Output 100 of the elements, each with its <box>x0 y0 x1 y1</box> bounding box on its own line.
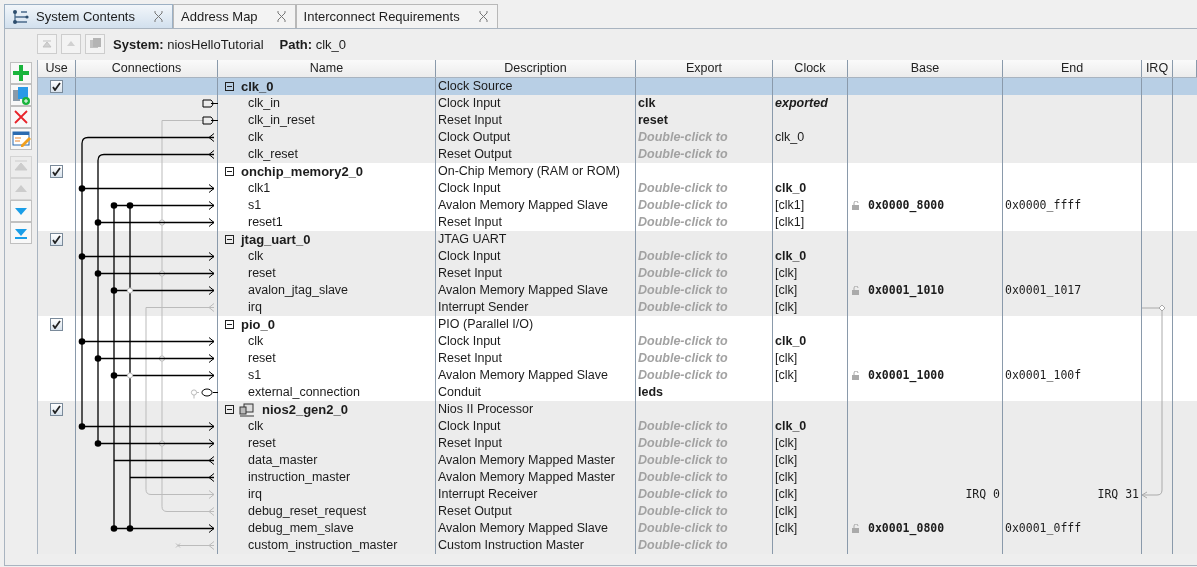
toolbar-button[interactable] <box>10 128 32 150</box>
clock-value: [clk] <box>775 282 798 299</box>
interface-name: reset <box>248 350 276 367</box>
clock-value: clk_0 <box>775 418 807 435</box>
export-hint: Double-click to <box>638 129 728 146</box>
use-checkbox[interactable] <box>50 165 63 178</box>
close-icon <box>275 11 287 22</box>
toolbar-button[interactable] <box>10 222 32 244</box>
interface-name: clk <box>248 248 264 265</box>
export-hint: Double-click to <box>638 333 728 350</box>
use-checkbox[interactable] <box>50 233 63 246</box>
lock-icon <box>852 371 860 380</box>
component-name: nios2_gen2_0 <box>262 401 348 418</box>
description-text: Avalon Memory Mapped Master <box>438 452 615 469</box>
component-name: pio_0 <box>241 316 275 333</box>
description-text: PIO (Parallel I/O) <box>438 316 534 333</box>
interface-name: avalon_jtag_slave <box>248 282 349 299</box>
collapse-icon[interactable] <box>225 320 234 329</box>
collapse-icon[interactable] <box>225 405 234 414</box>
clock-value: [clk] <box>775 350 798 367</box>
export-hint: Double-click to <box>638 350 728 367</box>
interface-name: clk_reset <box>248 146 299 163</box>
connections-icon <box>12 8 30 25</box>
export-hint: Double-click to <box>638 486 728 503</box>
collapse-icon[interactable] <box>225 167 234 176</box>
use-checkbox[interactable] <box>50 318 63 331</box>
clock-value: [clk] <box>775 520 798 537</box>
description-text: Clock Source <box>438 78 513 95</box>
export-hint: Double-click to <box>638 265 728 282</box>
interface-name: reset <box>248 265 276 282</box>
column-header: Description <box>436 60 636 77</box>
interface-name: clk <box>248 333 264 350</box>
interface-name: clk <box>248 418 264 435</box>
tab[interactable]: System Contents <box>4 4 173 28</box>
interface-name: data_master <box>248 452 318 469</box>
computer-icon <box>239 402 255 417</box>
clock-value: [clk] <box>775 452 798 469</box>
interface-name: clk_in <box>248 95 280 112</box>
clock-value: [clk] <box>775 367 798 384</box>
irq-number: IRQ 31 <box>1097 486 1139 503</box>
interface-name: instruction_master <box>248 469 351 486</box>
interface-name: irq <box>248 486 262 503</box>
export-hint: Double-click to <box>638 214 728 231</box>
toolbar-button[interactable] <box>10 84 32 106</box>
export-hint: Double-click to <box>638 452 728 469</box>
toolbar-button[interactable] <box>10 200 32 222</box>
export-hint: Double-click to <box>638 435 728 452</box>
export-value: clk <box>638 95 656 112</box>
column-header: Export <box>636 60 773 77</box>
interface-name: s1 <box>248 197 262 214</box>
irq-number: IRQ 0 <box>965 486 1000 503</box>
clock-value: clk_0 <box>775 333 807 350</box>
interface-name: irq <box>248 299 262 316</box>
description-text: Avalon Memory Mapped Slave <box>438 367 608 384</box>
clock-value: exported <box>775 95 828 112</box>
end-address: 0x0000_ffff <box>1005 197 1082 214</box>
base-address: 0x0001_1010 <box>868 282 945 299</box>
description-text: Avalon Memory Mapped Slave <box>438 520 608 537</box>
export-hint: Double-click to <box>638 146 728 163</box>
component-name: clk_0 <box>241 78 274 95</box>
base-address: 0x0000_8000 <box>868 197 945 214</box>
export-hint: Double-click to <box>638 469 728 486</box>
end-address: 0x0001_1017 <box>1005 282 1082 299</box>
toolbar-button[interactable] <box>10 106 32 128</box>
column-header: IRQ <box>1142 60 1173 77</box>
system-label: System: niosHelloTutorial <box>113 36 264 52</box>
collapse-icon[interactable] <box>225 235 234 244</box>
tab[interactable]: Address Map <box>173 4 296 28</box>
description-text: Interrupt Sender <box>438 299 529 316</box>
export-hint: Double-click to <box>638 418 728 435</box>
description-text: Avalon Memory Mapped Master <box>438 469 615 486</box>
export-hint: Double-click to <box>638 248 728 265</box>
toolbar-button[interactable] <box>10 62 32 84</box>
end-address: 0x0001_100f <box>1005 367 1082 384</box>
use-checkbox[interactable] <box>50 403 63 416</box>
tab[interactable]: Interconnect Requirements <box>295 4 498 28</box>
add-component-icon <box>11 85 31 105</box>
description-text: Clock Input <box>438 248 501 265</box>
export-hint: Double-click to <box>638 367 728 384</box>
column-header: Use <box>38 60 76 77</box>
clock-value: [clk1] <box>775 214 805 231</box>
column-header: End <box>1003 60 1142 77</box>
collapse-icon[interactable] <box>225 82 234 91</box>
clock-value: clk_0 <box>775 248 807 265</box>
base-address: 0x0001_1000 <box>868 367 945 384</box>
interface-name: custom_instruction_master <box>248 537 398 554</box>
export-hint: Double-click to <box>638 537 728 554</box>
clock-value: [clk] <box>775 299 798 316</box>
column-header: Connections <box>76 60 218 77</box>
interface-name: clk_in_reset <box>248 112 315 129</box>
column-header: Name <box>218 60 436 77</box>
export-hint: Double-click to <box>638 180 728 197</box>
description-text: Avalon Memory Mapped Slave <box>438 197 608 214</box>
interface-name: reset <box>248 435 276 452</box>
path-label: Path: clk_0 <box>279 36 346 52</box>
component-name: onchip_memory2_0 <box>241 163 364 180</box>
description-text: Reset Input <box>438 435 502 452</box>
use-checkbox[interactable] <box>50 80 63 93</box>
description-text: JTAG UART <box>438 231 507 248</box>
description-text: Reset Output <box>438 146 512 163</box>
